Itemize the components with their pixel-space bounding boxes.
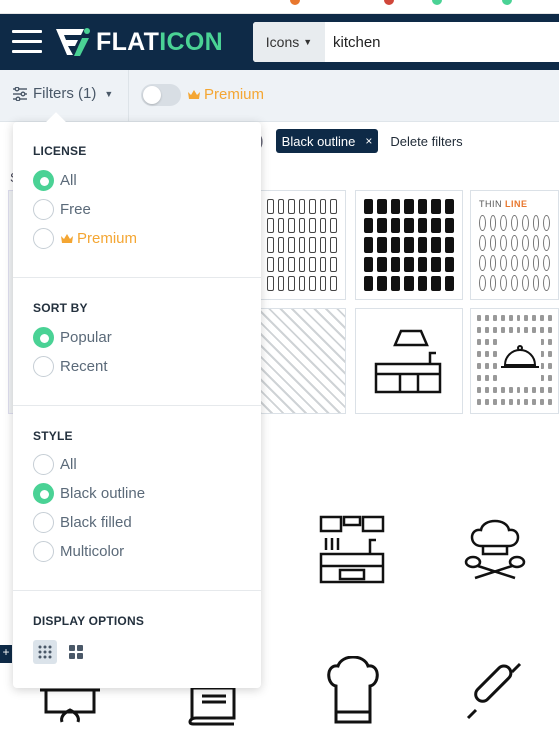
sort-by-section: SORT BY Popular Recent — [13, 278, 261, 406]
display-options-title: DISPLAY OPTIONS — [33, 614, 145, 628]
style-option-multicolor[interactable]: Multicolor — [33, 541, 124, 562]
radio-button[interactable] — [33, 541, 54, 562]
sort-option-popular[interactable]: Popular — [33, 327, 112, 348]
flaticon-logo-icon — [56, 28, 90, 56]
caret-down-icon: ▼ — [104, 88, 114, 99]
license-option-free[interactable]: Free — [33, 199, 91, 220]
divider — [128, 70, 129, 122]
cookbook-icon[interactable] — [186, 686, 238, 726]
small-grid-icon — [38, 645, 52, 659]
filters-button[interactable]: Filters (1) ▼ — [12, 85, 113, 102]
toggle-knob — [143, 86, 161, 104]
pack-thumbnail[interactable]: THIN LINE — [470, 190, 559, 300]
chef-hat-spoons-icon[interactable] — [463, 516, 527, 582]
large-grid-icon — [69, 645, 83, 659]
license-title: LICENSE — [33, 144, 87, 158]
radio-button[interactable] — [33, 228, 54, 249]
browser-tab-strip — [0, 0, 559, 14]
radio-button[interactable] — [33, 454, 54, 475]
radio-button[interactable] — [33, 199, 54, 220]
rolling-pin-icon[interactable] — [462, 658, 526, 724]
pot-icon[interactable] — [38, 684, 102, 724]
search-type-select[interactable]: Icons ▼ — [253, 22, 325, 62]
style-title: STYLE — [33, 429, 73, 443]
style-section: STYLE All Black outline Black filled Mul… — [13, 406, 261, 591]
radio-button[interactable] — [33, 356, 54, 377]
style-option-all[interactable]: All — [33, 454, 77, 475]
kitchen-icon[interactable] — [318, 514, 386, 584]
filter-bar: Filters (1) ▼ Premium — [0, 70, 559, 122]
premium-toggle-label: Premium — [187, 86, 264, 103]
sort-by-title: SORT BY — [33, 301, 88, 315]
pattern-thumbnail[interactable] — [258, 308, 346, 414]
pack-thumbnail[interactable] — [470, 308, 559, 414]
filter-sliders-icon — [13, 86, 27, 101]
pack-thumbnail[interactable] — [355, 190, 463, 300]
premium-label: Premium — [204, 86, 265, 103]
chef-hat-icon[interactable] — [324, 656, 382, 726]
radio-button[interactable] — [33, 327, 54, 348]
flaticon-logo[interactable]: FLATICON — [54, 26, 223, 58]
license-option-all[interactable]: All — [33, 170, 77, 191]
plus-tag: + — [0, 645, 12, 663]
style-option-black-filled[interactable]: Black filled — [33, 512, 132, 533]
close-icon[interactable]: × — [365, 134, 372, 148]
license-section: LICENSE All Free Premium — [13, 122, 261, 278]
display-large-grid-button[interactable] — [64, 640, 88, 664]
kitchen-icon — [374, 329, 442, 394]
search-input[interactable]: kitchen — [325, 34, 381, 51]
search-type-label: Icons — [265, 34, 300, 50]
menu-icon[interactable] — [12, 30, 42, 54]
premium-toggle[interactable] — [141, 84, 181, 106]
delete-filters-link[interactable]: Delete filters — [390, 134, 462, 149]
filter-chip-black-outline: Black outline × — [275, 129, 379, 153]
license-option-premium[interactable]: Premium — [33, 228, 137, 249]
active-filters: ) Black outline × Delete filters — [258, 128, 463, 154]
cloche-icon — [499, 339, 541, 381]
top-navigation-bar: FLATICON Icons ▼ kitchen — [0, 14, 559, 70]
caret-down-icon: ▼ — [303, 37, 313, 47]
display-small-grid-button[interactable] — [33, 640, 57, 664]
chip-label: Black outline — [281, 133, 356, 149]
filters-dropdown-panel: LICENSE All Free Premium SORT BY Popular… — [13, 112, 261, 688]
crown-icon — [188, 89, 200, 99]
logo-wordmark: FLATICON — [96, 27, 223, 56]
search-bar: Icons ▼ kitchen — [253, 22, 559, 62]
pack-title: THIN LINE — [479, 199, 528, 209]
kitchen-thumbnail[interactable] — [355, 308, 463, 414]
radio-button[interactable] — [33, 170, 54, 191]
filters-label: Filters (1) — [33, 85, 97, 102]
pack-thumbnail[interactable] — [258, 190, 346, 300]
sort-option-recent[interactable]: Recent — [33, 356, 108, 377]
radio-button[interactable] — [33, 483, 54, 504]
crown-icon — [61, 233, 73, 243]
style-option-black-outline[interactable]: Black outline — [33, 483, 145, 504]
radio-button[interactable] — [33, 512, 54, 533]
